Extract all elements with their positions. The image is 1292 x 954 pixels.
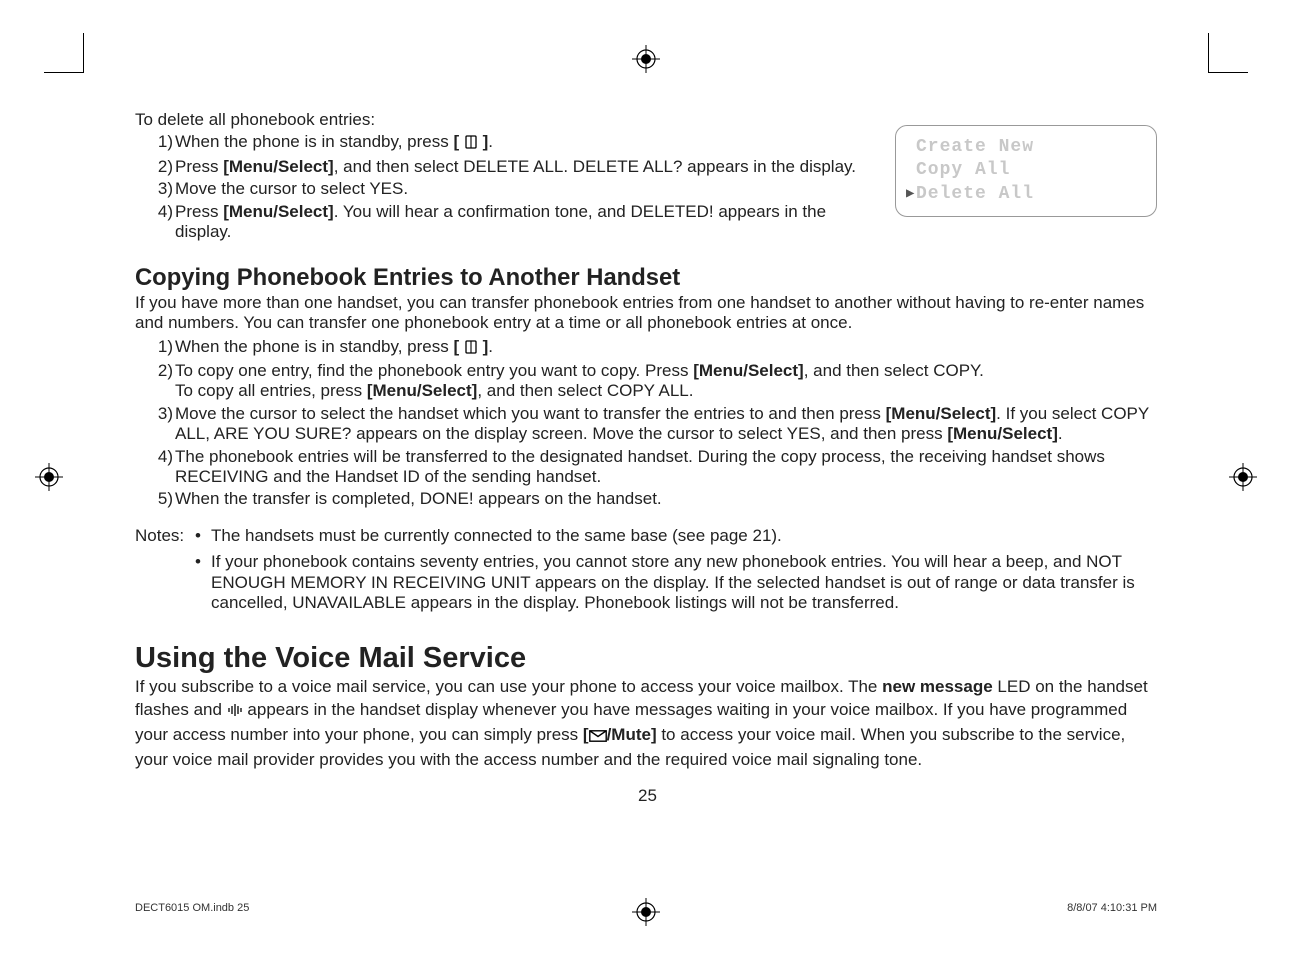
delete-steps: When the phone is in standby, press [ ].… <box>135 132 875 242</box>
crop-mark <box>83 33 84 73</box>
list-item: Press [Menu/Select]. You will hear a con… <box>135 202 875 243</box>
list-item: Move the cursor to select YES. <box>135 179 875 199</box>
note-item: The handsets must be currently connected… <box>195 526 1160 546</box>
phonebook-icon <box>464 134 478 154</box>
registration-mark-icon <box>1229 463 1257 491</box>
page-number: 25 <box>135 786 1160 806</box>
footer-timestamp: 8/8/07 4:10:31 PM <box>1067 902 1157 914</box>
phonebook-icon <box>464 339 478 359</box>
crop-mark <box>44 72 84 73</box>
notes-block: Notes: The handsets must be currently co… <box>135 526 1160 620</box>
envelope-icon <box>589 726 607 749</box>
registration-mark-icon <box>632 45 660 73</box>
registration-mark-icon <box>35 463 63 491</box>
copy-steps: When the phone is in standby, press [ ].… <box>135 337 1160 510</box>
list-item: When the phone is in standby, press [ ]. <box>135 337 1160 359</box>
voicemail-paragraph: If you subscribe to a voice mail service… <box>135 676 1160 772</box>
list-item: The phonebook entries will be transferre… <box>135 447 1160 488</box>
list-item: To copy one entry, find the phonebook en… <box>135 361 1160 402</box>
footer-filename: DECT6015 OM.indb 25 <box>135 902 249 914</box>
notes-label: Notes: <box>135 526 195 620</box>
list-item: Move the cursor to select the handset wh… <box>135 404 1160 445</box>
copy-intro: If you have more than one handset, you c… <box>135 293 1160 334</box>
crop-mark <box>1208 33 1209 73</box>
voicemail-wave-icon <box>227 701 243 724</box>
list-item: Press [Menu/Select], and then select DEL… <box>135 157 875 177</box>
delete-intro: To delete all phonebook entries: <box>135 110 1160 130</box>
note-item: If your phonebook contains seventy entri… <box>195 552 1160 613</box>
crop-mark <box>1208 72 1248 73</box>
copy-heading: Copying Phonebook Entries to Another Han… <box>135 264 1160 293</box>
list-item: When the phone is in standby, press [ ]. <box>135 132 875 154</box>
voicemail-heading: Using the Voice Mail Service <box>135 641 1160 676</box>
list-item: When the transfer is completed, DONE! ap… <box>135 489 1160 509</box>
